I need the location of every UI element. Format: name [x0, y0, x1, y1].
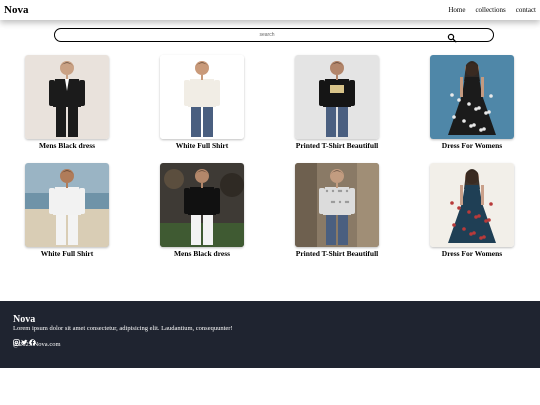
product-image[interactable]	[295, 55, 379, 139]
product-card[interactable]: Printed T-Shirt Beautifull	[278, 55, 398, 155]
product-title: Mens Black dress	[173, 249, 231, 258]
product-title: Printed T-Shirt Beautifull	[295, 249, 379, 258]
footer-brand: Nova	[13, 314, 36, 325]
product-card[interactable]: Dress For Womens	[413, 163, 533, 263]
product-photo	[295, 163, 379, 247]
product-image[interactable]	[430, 55, 514, 139]
product-photo	[25, 163, 109, 247]
main-nav: Home collections contact	[448, 5, 536, 15]
product-card[interactable]: White Full Shirt	[143, 55, 263, 155]
search-icon[interactable]	[447, 30, 457, 43]
product-title: Dress For Womens	[441, 141, 503, 150]
twitter-icon[interactable]	[21, 333, 28, 345]
site-header: Nova Home collections contact	[0, 0, 540, 20]
search-bar	[54, 28, 494, 43]
product-card[interactable]: Dress For Womens	[413, 55, 533, 155]
product-image[interactable]	[295, 163, 379, 247]
social-icons	[13, 333, 36, 346]
product-image[interactable]	[160, 55, 244, 139]
product-photo	[160, 163, 244, 247]
product-card[interactable]: Mens Black dress	[143, 163, 263, 263]
product-card[interactable]: Printed T-Shirt Beautifull	[278, 163, 398, 263]
product-photo	[430, 55, 514, 139]
product-title: Printed T-Shirt Beautifull	[295, 141, 379, 150]
product-title: White Full Shirt	[175, 141, 229, 150]
product-card[interactable]: Mens Black dress	[8, 55, 128, 155]
product-image[interactable]	[430, 163, 514, 247]
product-title: White Full Shirt	[40, 249, 94, 258]
nav-contact-link[interactable]: contact	[516, 5, 536, 15]
product-image[interactable]	[160, 163, 244, 247]
nav-home-link[interactable]: Home	[448, 5, 465, 15]
facebook-icon[interactable]	[29, 333, 36, 346]
product-title: Dress For Womens	[441, 249, 503, 258]
product-photo	[430, 163, 514, 247]
site-footer: Nova Lorem ipsum dolor sit amet consecte…	[0, 301, 540, 368]
instagram-icon[interactable]	[13, 333, 20, 346]
product-photo	[160, 55, 244, 139]
product-photo	[295, 55, 379, 139]
product-card[interactable]: White Full Shirt	[8, 163, 128, 263]
product-image[interactable]	[25, 55, 109, 139]
footer-description: Lorem ipsum dolor sit amet consectetur, …	[13, 325, 233, 332]
footer-copyright: @2025 Nova.com	[13, 341, 61, 348]
nav-collections-link[interactable]: collections	[475, 5, 505, 15]
product-photo	[25, 55, 109, 139]
search-input[interactable]	[67, 30, 467, 40]
product-image[interactable]	[25, 163, 109, 247]
product-title: Mens Black dress	[38, 141, 96, 150]
brand-logo[interactable]: Nova	[4, 3, 28, 17]
